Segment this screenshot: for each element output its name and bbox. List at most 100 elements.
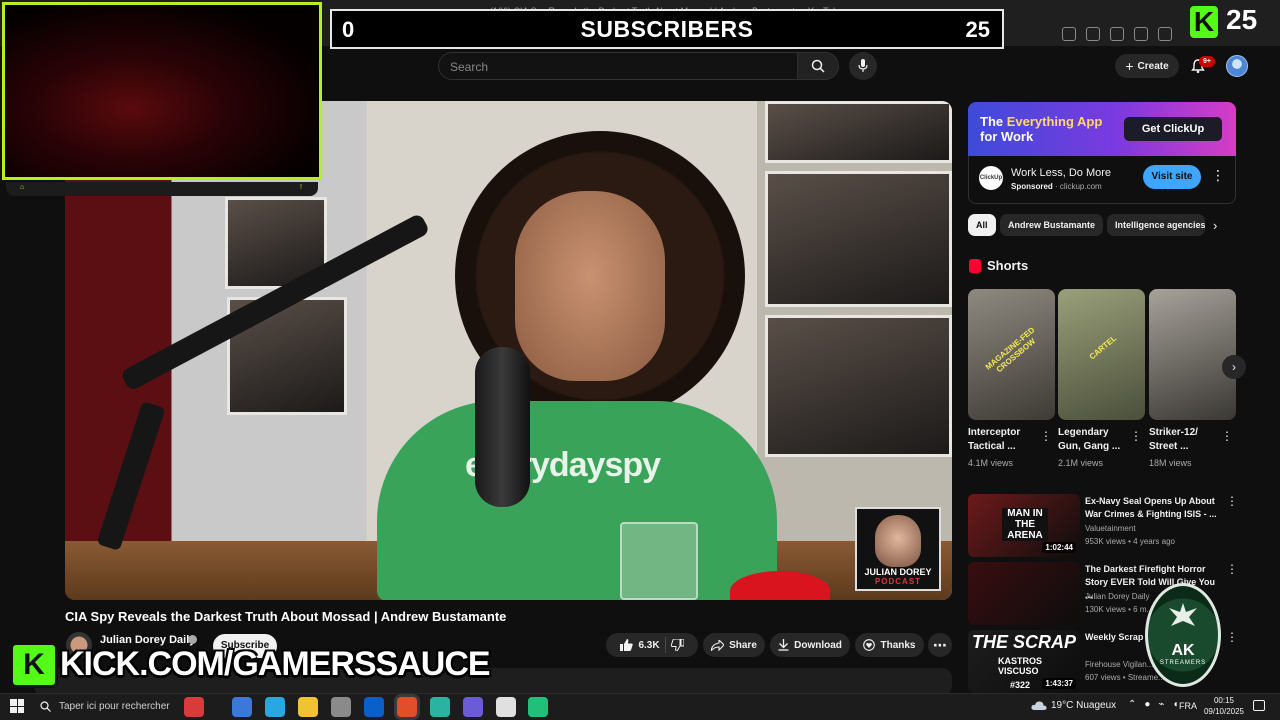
related-meta: 607 views • Streame... <box>1085 673 1165 682</box>
drinking-glass <box>620 522 698 600</box>
weather-widget[interactable]: 19°C Nuageux <box>1051 700 1116 711</box>
more-actions-button[interactable]: ⋯ <box>928 633 952 657</box>
ad-sponsored-line: Sponsored · clickup.com <box>1011 182 1102 191</box>
related-menu-icon[interactable]: ⋮ <box>1226 494 1238 508</box>
like-count[interactable]: 6.3K <box>638 640 659 651</box>
related-meta: 130K views • 6 m... <box>1085 605 1154 614</box>
weather-desc: Nuageux <box>1076 700 1117 711</box>
eagle-icon <box>1169 603 1197 626</box>
search-button[interactable] <box>797 52 839 80</box>
taskbar-clock[interactable]: 00:15 09/10/2025 <box>1202 695 1246 717</box>
short-title[interactable]: Interceptor Tactical ... <box>968 426 1038 454</box>
notification-center-icon[interactable] <box>1253 700 1265 711</box>
ad-title[interactable]: Work Less, Do More <box>1011 167 1111 179</box>
short-menu-icon[interactable]: ⋮ <box>1221 429 1233 443</box>
taskbar-app-icon[interactable] <box>397 697 417 717</box>
taskbar-app-icon[interactable] <box>265 697 285 717</box>
taskbar-app-icon[interactable] <box>364 697 384 717</box>
thanks-button[interactable]: Thanks <box>855 633 924 657</box>
short-menu-icon[interactable]: ⋮ <box>1130 429 1142 443</box>
related-thumbnail-subtext: KASTROS VISCUSO <box>998 656 1043 676</box>
short-title[interactable]: Legendary Gun, Gang ... <box>1058 426 1128 454</box>
thumbs-down-icon[interactable] <box>670 639 684 651</box>
related-thumbnail-episode: #322 <box>1010 680 1031 690</box>
short-thumbnail[interactable]: CARTEL <box>1058 289 1145 420</box>
taskbar-app-icon[interactable] <box>331 697 351 717</box>
reader-icon[interactable] <box>1110 27 1124 41</box>
chip-intelligence-agencies[interactable]: Intelligence agencies <box>1107 214 1205 236</box>
kick-follower-counter: K 25 <box>1186 2 1280 42</box>
visit-site-button[interactable]: Visit site <box>1143 165 1201 189</box>
taskbar-app-icon[interactable] <box>430 697 450 717</box>
windows-start-icon[interactable] <box>10 699 24 713</box>
related-thumbnail[interactable]: THE SCRAP KASTROS VISCUSO #322 1:43:37 <box>968 630 1080 693</box>
advertiser-logo[interactable]: ClickUp <box>979 166 1003 190</box>
create-button[interactable]: + Create <box>1115 54 1179 78</box>
short-thumbnail-text: MAGAZINE-FED CROSSBOW <box>983 325 1038 375</box>
taskbar-app-icon[interactable] <box>298 697 318 717</box>
taskbar-app-icon[interactable] <box>463 697 483 717</box>
download-button[interactable]: Download <box>770 633 850 657</box>
divider <box>664 637 666 653</box>
related-title[interactable]: Ex-Navy Seal Opens Up About War Crimes &… <box>1085 495 1223 521</box>
volume-icon[interactable]: ◖ <box>1172 699 1178 710</box>
ad-cta-button[interactable]: Get ClickUp <box>1124 117 1222 141</box>
chip-andrew-bustamante[interactable]: Andrew Bustamante <box>1000 214 1104 236</box>
account-avatar[interactable] <box>1226 55 1248 77</box>
person-face <box>515 191 665 381</box>
extensions-icon[interactable] <box>1158 27 1172 41</box>
related-thumbnail-text: MAN IN THE ARENA <box>1002 508 1048 541</box>
related-thumbnail[interactable] <box>968 562 1080 625</box>
taskbar-app-icon[interactable] <box>496 697 516 717</box>
taskbar-app-icon[interactable] <box>232 697 252 717</box>
short-menu-icon[interactable]: ⋮ <box>1040 429 1052 443</box>
ak-streamers-logo: AK STREAMERS <box>1145 583 1221 687</box>
kick-url-text: KICK.COM/GAMERSSAUCE <box>60 645 491 683</box>
short-thumbnail[interactable]: MAGAZINE-FED CROSSBOW <box>968 289 1055 420</box>
webcam-frame-bar: ⌂ ! <box>6 182 318 196</box>
related-menu-icon[interactable]: ⋮ <box>1226 630 1238 644</box>
ad-domain: clickup.com <box>1059 182 1102 191</box>
subscriber-goal-start: 0 <box>342 17 355 42</box>
tray-mic-icon[interactable]: ● <box>1144 699 1150 710</box>
taskbar-app-icon[interactable] <box>184 697 204 717</box>
chevron-right-icon[interactable]: › <box>1213 218 1217 233</box>
ak-logo-text: AK <box>1171 642 1195 659</box>
share-icon <box>711 639 725 651</box>
related-meta: 953K views • 4 years ago <box>1085 537 1175 546</box>
ad-menu-icon[interactable]: ⋮ <box>1211 167 1225 184</box>
short-title[interactable]: Striker-12/ Street ... <box>1149 426 1219 454</box>
short-thumbnail[interactable] <box>1149 289 1236 420</box>
favorite-star-icon[interactable] <box>1134 27 1148 41</box>
input-language[interactable]: FRA <box>1179 701 1197 711</box>
notifications-badge: 9+ <box>1199 56 1215 67</box>
video-duration: 1:02:44 <box>1042 542 1076 553</box>
short-views: 2.1M views <box>1058 458 1104 468</box>
short-views: 4.1M views <box>968 458 1014 468</box>
shorts-next-button[interactable]: › <box>1222 355 1246 379</box>
chevron-up-icon[interactable]: ⌃ <box>1128 699 1136 710</box>
microphone-icon <box>858 59 868 72</box>
related-menu-icon[interactable]: ⋮ <box>1226 562 1238 576</box>
related-channel[interactable]: Valuetainment <box>1085 523 1136 535</box>
shorts-icon <box>969 258 981 273</box>
translate-icon[interactable] <box>1086 27 1100 41</box>
network-icon[interactable]: ⌁ <box>1158 699 1164 710</box>
share-button[interactable]: Share <box>703 633 765 657</box>
app-icon[interactable] <box>1062 27 1076 41</box>
chip-all[interactable]: All <box>968 214 996 236</box>
kick-badge-icon: K <box>10 642 58 688</box>
tray-icons: ⌃ ● ⌁ ◖ <box>1128 699 1179 710</box>
thumbs-up-icon[interactable] <box>620 639 634 651</box>
related-thumbnail[interactable]: MAN IN THE ARENA 1:02:44 <box>968 494 1080 557</box>
taskbar-app-icon[interactable] <box>528 697 548 717</box>
related-channel[interactable]: Julian Dorey Daily <box>1085 591 1149 603</box>
search-input[interactable]: Search <box>438 52 798 80</box>
video-duration: 1:43:37 <box>1042 678 1076 689</box>
ad-headline-highlight: Everything App <box>1006 114 1103 129</box>
voice-search-button[interactable] <box>849 52 877 80</box>
podcast-logo: JULIAN DOREY PODCAST <box>855 507 941 591</box>
kick-logo-icon: K <box>1190 6 1218 38</box>
sponsored-label: Sponsored <box>1011 182 1053 191</box>
related-channel[interactable]: Firehouse Vigilan... <box>1085 659 1153 671</box>
